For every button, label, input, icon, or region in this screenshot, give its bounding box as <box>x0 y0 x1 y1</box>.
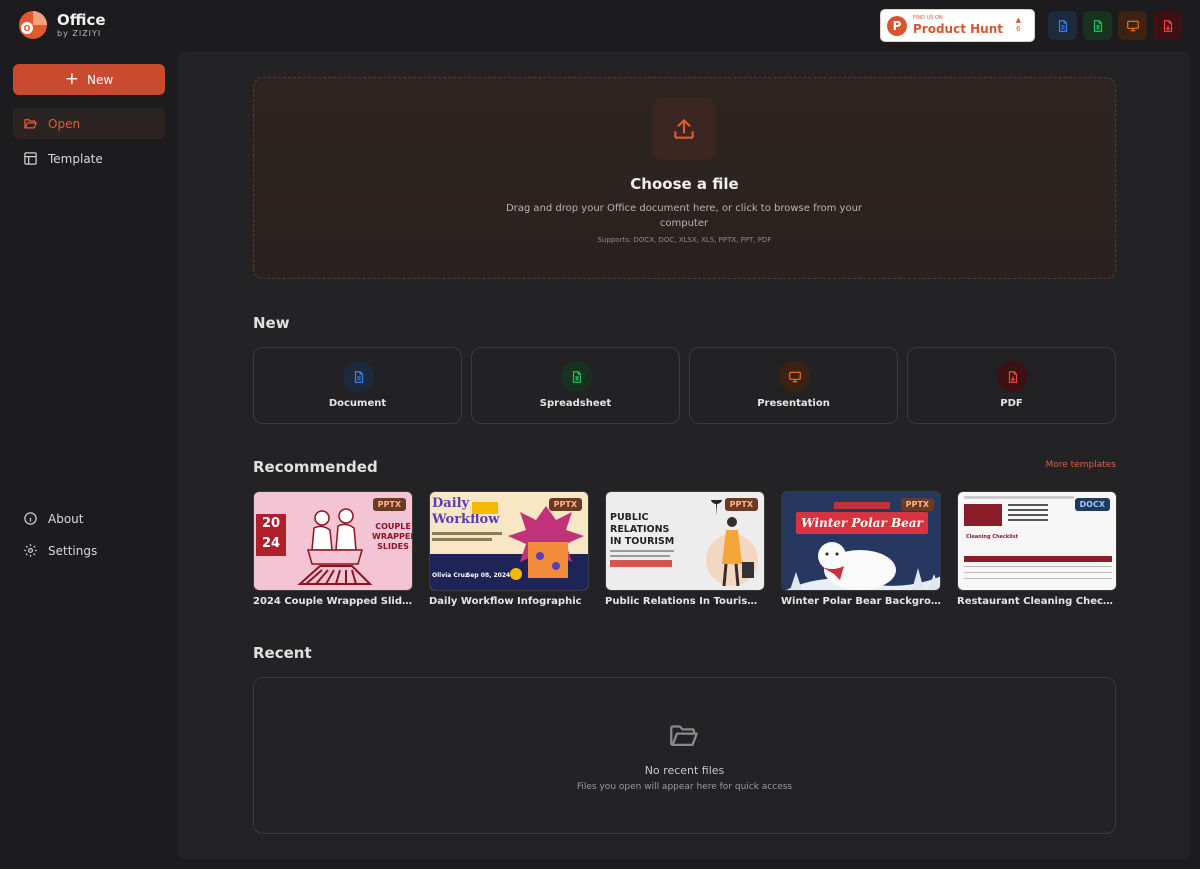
upload-description: Drag and drop your Office document here,… <box>505 203 863 229</box>
upvote-icon: ▲ <box>1015 16 1021 24</box>
new-card-label: Presentation <box>757 398 830 409</box>
new-spreadsheet-card[interactable]: Spreadsheet <box>471 347 680 424</box>
spreadsheet-icon <box>1093 19 1102 32</box>
product-hunt-votes: ▲ 6 <box>1016 16 1021 34</box>
traveler-illustration <box>706 500 758 587</box>
file-type-badge: PPTX <box>548 498 582 511</box>
template-caption: Daily Workflow Infographic <box>429 596 582 607</box>
app-title: Office <box>57 10 106 29</box>
layout-icon <box>24 152 37 165</box>
gear-icon <box>24 544 37 557</box>
template-thumbnail: Cleaning Checklist DOCX <box>957 491 1117 591</box>
template-card[interactable]: Winter Polar Bear PPTX Winter Polar Bear… <box>781 491 941 607</box>
recommended-section-title: Recommended <box>253 458 378 476</box>
new-pdf-card[interactable]: PDF <box>907 347 1116 424</box>
thumb-title: PUBLIC RELATIONS IN TOURISM <box>610 512 675 547</box>
product-hunt-title: Product Hunt <box>913 22 1003 36</box>
plus-icon: + <box>64 69 80 89</box>
template-caption: Winter Polar Bear Backgrou... <box>781 596 941 607</box>
upload-supported-formats: Supports: DOCX, DOC, XLSX, XLS, PPTX, PP… <box>597 236 772 244</box>
template-caption: Public Relations In Tourism ... <box>605 596 765 607</box>
presentation-icon <box>1126 20 1139 31</box>
document-icon <box>343 361 374 392</box>
product-hunt-badge[interactable]: P FIND US ON Product Hunt ▲ 6 <box>880 9 1035 42</box>
recent-empty-title: No recent files <box>644 764 725 777</box>
template-thumbnail: Daily Workflow Olivia Cruz Sep 08, 2024 … <box>429 491 589 591</box>
quick-document-button[interactable] <box>1048 11 1077 40</box>
template-card[interactable]: Cleaning Checklist DOCX Restaurant Clean… <box>957 491 1117 607</box>
new-presentation-card[interactable]: Presentation <box>689 347 898 424</box>
thumb-title: Winter Polar Bear <box>796 512 928 534</box>
product-hunt-small-text: FIND US ON <box>913 15 943 21</box>
upload-icon <box>674 119 694 139</box>
file-type-badge: DOCX <box>1074 498 1110 511</box>
sidebar-item-template[interactable]: Template <box>13 143 165 174</box>
pdf-icon <box>997 361 1028 392</box>
recent-section-title: Recent <box>253 644 312 662</box>
new-button[interactable]: + New <box>13 64 165 95</box>
quick-presentation-button[interactable] <box>1118 11 1147 40</box>
sidebar: O Office by ZIZIYI + New Open Template A… <box>0 0 178 869</box>
sidebar-item-label: Settings <box>48 543 98 558</box>
template-card[interactable]: 20 24 COUPLE WRAPPED SLIDES PPTX 2024 Co… <box>253 491 413 607</box>
new-card-label: Document <box>328 398 387 409</box>
new-button-label: New <box>87 72 114 87</box>
polar-bear-illustration <box>786 542 940 590</box>
couple-illustration <box>297 508 373 585</box>
svg-text:O: O <box>24 24 31 33</box>
upload-title: Choose a file <box>630 175 739 193</box>
folder-open-icon <box>24 119 37 129</box>
thumb-year: 20 24 <box>256 514 286 556</box>
template-card[interactable]: PUBLIC RELATIONS IN TOURISM PPTX Public … <box>605 491 765 607</box>
upload-button[interactable] <box>652 98 716 160</box>
thumb-badge <box>472 502 498 514</box>
file-type-badge: PPTX <box>724 498 758 511</box>
spreadsheet-icon <box>561 361 592 392</box>
new-section-title: New <box>253 314 290 332</box>
recent-files-panel <box>253 677 1116 834</box>
info-icon <box>24 512 37 525</box>
sidebar-item-label: Open <box>48 116 81 131</box>
product-hunt-logo-icon: P <box>887 15 907 36</box>
new-card-label: PDF <box>1000 398 1023 409</box>
workflow-illustration <box>508 506 584 580</box>
sidebar-item-open[interactable]: Open <box>13 108 165 139</box>
pdf-icon <box>1163 19 1172 32</box>
new-document-card[interactable]: Document <box>253 347 462 424</box>
quick-pdf-button[interactable] <box>1153 11 1182 40</box>
office-logo-icon: O <box>18 10 48 40</box>
template-caption: Restaurant Cleaning Checkl... <box>957 596 1117 607</box>
thumb-date: Sep 08, 2024 <box>466 572 511 579</box>
template-caption: 2024 Couple Wrapped Slides <box>253 596 413 607</box>
document-icon <box>1058 19 1067 32</box>
new-card-label: Spreadsheet <box>539 398 612 409</box>
thumb-author: Olivia Cruz <box>432 572 469 579</box>
file-type-badge: PPTX <box>900 498 934 511</box>
presentation-icon <box>779 361 810 392</box>
template-thumbnail: PUBLIC RELATIONS IN TOURISM PPTX <box>605 491 765 591</box>
folder-open-icon <box>670 725 698 747</box>
thumb-title: Cleaning Checklist <box>966 534 1019 540</box>
thumb-title: COUPLE WRAPPED SLIDES <box>372 522 413 551</box>
quick-spreadsheet-button[interactable] <box>1083 11 1112 40</box>
more-templates-link[interactable]: More templates <box>1000 460 1117 470</box>
app-subtitle: by ZIZIYI <box>57 28 102 38</box>
recent-empty-description: Files you open will appear here for quic… <box>576 782 793 792</box>
template-thumbnail: Winter Polar Bear PPTX <box>781 491 941 591</box>
app-logo[interactable]: O Office by ZIZIYI <box>18 10 106 40</box>
template-card[interactable]: Daily Workflow Olivia Cruz Sep 08, 2024 … <box>429 491 589 607</box>
vote-count: 6 <box>1016 25 1021 33</box>
sidebar-item-label: Template <box>48 151 103 166</box>
sidebar-item-about[interactable]: About <box>13 503 165 534</box>
sidebar-item-settings[interactable]: Settings <box>13 535 165 566</box>
sidebar-item-label: About <box>48 511 84 526</box>
file-type-badge: PPTX <box>372 498 406 511</box>
template-thumbnail: 20 24 COUPLE WRAPPED SLIDES PPTX <box>253 491 413 591</box>
